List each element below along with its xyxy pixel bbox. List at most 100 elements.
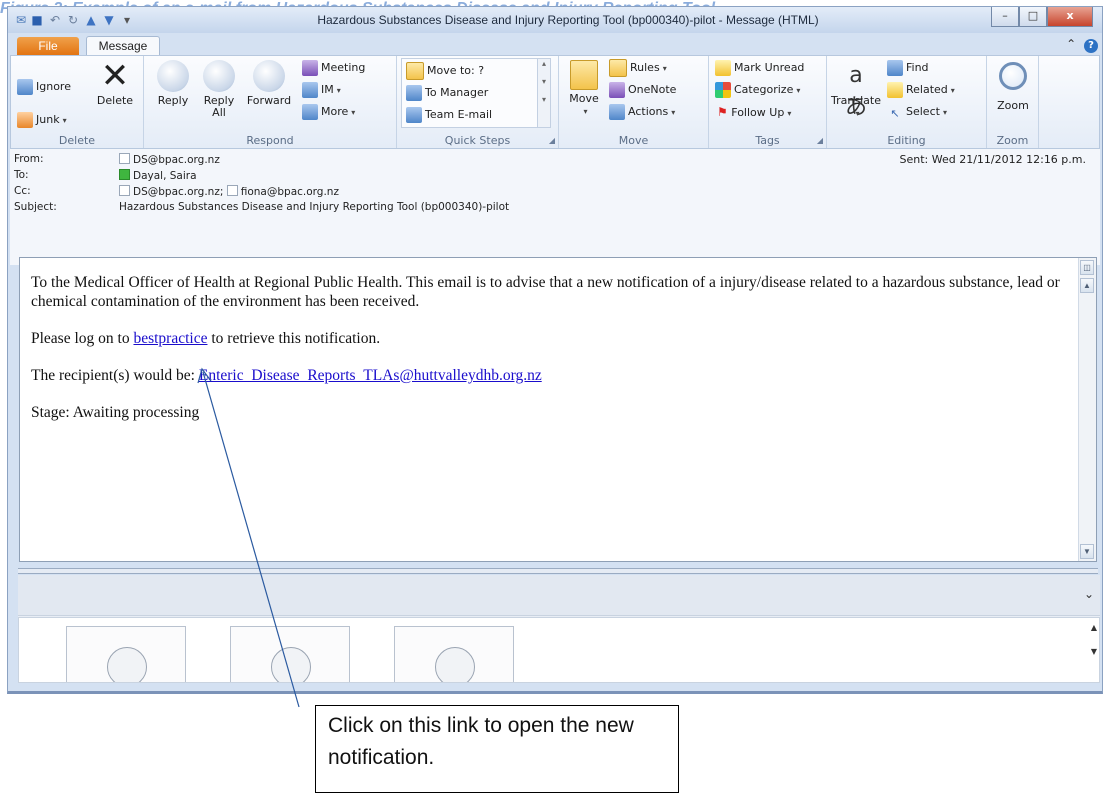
move-label: Move [569,92,599,105]
people-pane-bar: ⌄ [18,575,1100,616]
mark-unread-button[interactable]: Mark Unread [715,58,804,78]
sent-row: Sent: Wed 21/11/2012 12:16 p.m. [899,153,1086,166]
zoom-button[interactable]: Zoom [993,60,1033,112]
zoom-group-label: Zoom [996,134,1029,147]
quickstep-move-to[interactable]: Move to: ? [406,61,484,81]
onenote-button[interactable]: OneNote [609,80,676,100]
person-picture[interactable] [230,626,350,682]
pane-splitter[interactable] [18,568,1098,574]
person-picture[interactable] [66,626,186,682]
cc-value[interactable]: DS@bpac.org.nz; fiona@bpac.org.nz [119,185,339,198]
categorize-button[interactable]: Categorize ▾ [715,80,800,100]
meeting-label: Meeting [321,61,366,74]
quick-steps-group-label: Quick Steps [444,134,511,147]
cc-recipient: fiona@bpac.org.nz [240,186,339,198]
people-pictures: ▲ ▼ [18,617,1100,683]
recipient-email-link[interactable]: Enteric_Disease_Reports_TLAs@huttvalleyd… [199,367,542,384]
body-paragraph: Stage: Awaiting processing [31,404,200,421]
translate-button[interactable]: aあ Translate ▾ [831,60,881,120]
undo-icon[interactable]: ↶ [48,13,62,27]
body-paragraph: The recipient(s) would be: Enteric_Disea… [31,366,1071,385]
reply-all-label-2: All [212,106,226,119]
collapse-ribbon-icon[interactable]: ⌃ [1066,37,1076,51]
presence-icon [119,185,130,196]
meeting-icon [302,60,318,76]
scroll-down-icon[interactable]: ▼ [1080,544,1094,559]
minimize-button[interactable]: – [991,7,1019,27]
dialog-launcher-icon[interactable]: ◢ [817,136,823,145]
save-icon[interactable]: ■ [30,13,44,27]
zoom-group: Zoom Zoom [987,56,1039,148]
outlook-message-window: ✉ ■ ↶ ↻ ▲ ▼ ▾ Hazardous Substances Disea… [7,6,1103,694]
follow-up-button[interactable]: ⚑ Follow Up ▾ [717,102,791,122]
to-label: To: [14,169,29,181]
quickstep-to-manager[interactable]: To Manager [406,83,488,103]
tab-message[interactable]: Message [86,36,160,56]
ignore-button[interactable]: Ignore [17,77,71,97]
more-button[interactable]: More ▾ [302,102,355,122]
actions-icon [609,104,625,120]
quickstep-label: Team E-mail [425,108,493,121]
editing-group-label: Editing [887,134,926,147]
reply-label: Reply [157,94,189,107]
customize-toolbar-icon[interactable]: ▾ [120,13,134,27]
tags-group: Mark Unread Categorize ▾ ⚑ Follow Up ▾ Tag… [709,56,827,148]
previous-item-icon[interactable]: ▲ [84,13,98,27]
close-button[interactable]: x [1047,7,1093,27]
reply-button[interactable]: Reply [152,60,194,107]
title-bar: ✉ ■ ↶ ↻ ▲ ▼ ▾ Hazardous Substances Disea… [8,7,1102,33]
find-button[interactable]: Find [887,58,929,78]
follow-up-label: Follow Up [731,106,785,119]
subject-value: Hazardous Substances Disease and Injury … [119,201,510,213]
select-button[interactable]: ↖ Select ▾ [887,102,947,122]
sent-value: Wed 21/11/2012 12:16 p.m. [931,153,1086,166]
help-icon[interactable]: ? [1084,39,1098,53]
sent-label: Sent: [899,153,929,166]
scroll-up-icon[interactable]: ▲ [1080,278,1094,293]
next-item-icon[interactable]: ▼ [102,13,116,27]
bestpractice-link[interactable]: bestpractice [133,330,207,347]
actions-button[interactable]: Actions ▾ [609,102,675,122]
from-address: DS@bpac.org.nz [133,154,220,166]
window-title: Hazardous Substances Disease and Injury … [317,13,819,27]
delete-group: Ignore Junk ▾ ✕ Delete Delete [11,56,144,148]
rules-label: Rules [630,61,660,74]
delete-button[interactable]: ✕ Delete [95,59,135,107]
find-label: Find [906,61,929,74]
to-value[interactable]: Dayal, Saira [119,169,197,182]
forward-label: Forward [246,94,292,107]
forward-button[interactable]: Forward [244,60,294,107]
quick-steps-scroll[interactable]: ▴ ▾ ▾ [537,59,550,127]
body-scrollbar[interactable]: ◫ ▲ ▼ [1078,258,1096,561]
scroll-settings-icon[interactable]: ◫ [1080,260,1094,275]
more-label: More [321,105,349,118]
quickstep-team-email[interactable]: Team E-mail [406,105,492,125]
magnifier-icon [999,62,1027,90]
message-body-text: To the Medical Officer of Health at Regi… [31,273,1071,440]
meeting-button[interactable]: Meeting [302,58,365,78]
message-body[interactable]: To the Medical Officer of Health at Regi… [19,257,1097,562]
person-picture[interactable] [394,626,514,682]
im-icon [302,82,318,98]
related-button[interactable]: Related ▾ [887,80,955,100]
zoom-label: Zoom [997,99,1029,112]
junk-button[interactable]: Junk ▾ [17,110,67,130]
reply-all-button[interactable]: Reply All [198,60,240,119]
tab-file[interactable]: File [17,37,79,55]
im-button[interactable]: IM ▾ [302,80,341,100]
redo-icon[interactable]: ↻ [66,13,80,27]
cursor-icon: ↖ [890,107,900,120]
actions-label: Actions [628,105,669,118]
chevron-down-icon[interactable]: ⌄ [1084,587,1094,601]
from-value[interactable]: DS@bpac.org.nz [119,153,220,166]
forward-icon [253,60,285,92]
onenote-icon [609,82,625,98]
move-button[interactable]: Move ▾ [567,60,601,118]
maximize-button[interactable]: □ [1019,7,1047,27]
rules-button[interactable]: Rules ▾ [609,58,667,78]
people-scroll[interactable]: ▲ ▼ [1091,622,1097,658]
junk-label: Junk [36,113,60,126]
dialog-launcher-icon[interactable]: ◢ [549,136,555,145]
cc-label: Cc: [14,185,31,197]
respond-group-label: Respond [246,134,294,147]
